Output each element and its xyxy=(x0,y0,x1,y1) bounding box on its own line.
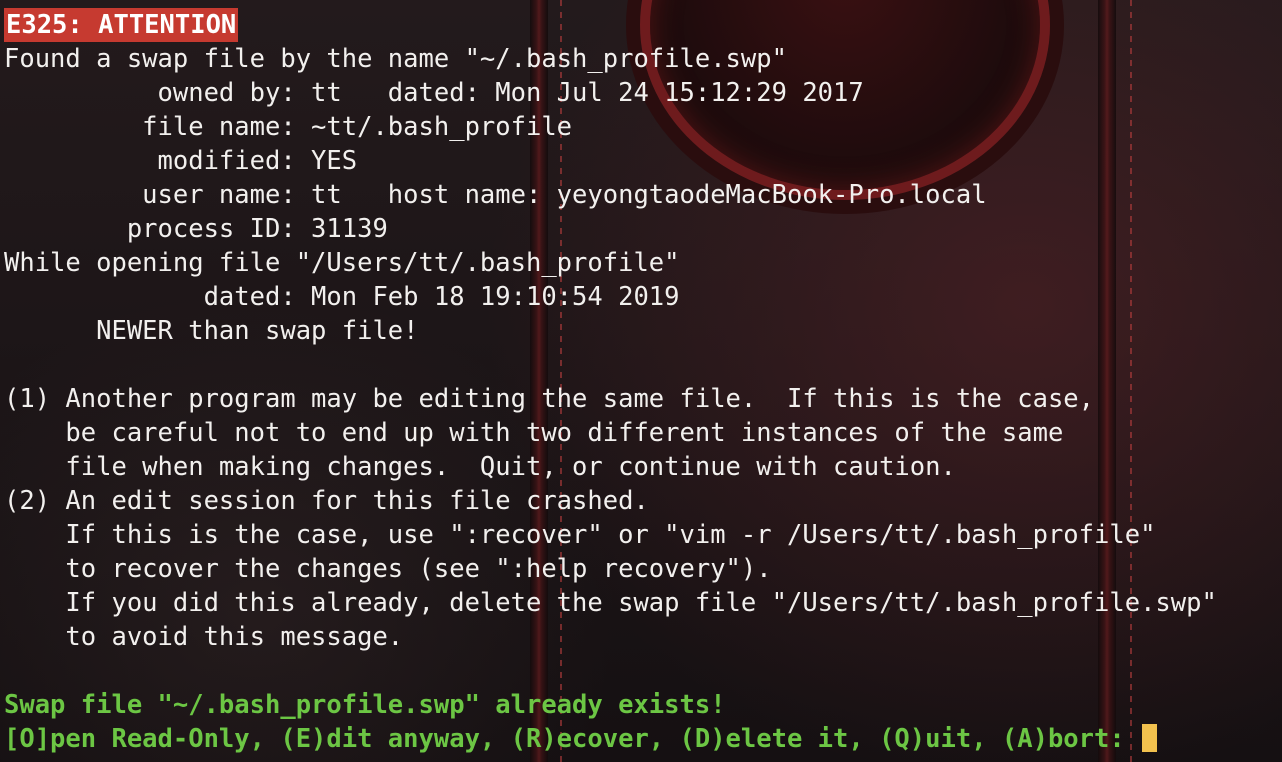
choice-prompt-text: [O]pen Read-Only, (E)dit anyway, (R)ecov… xyxy=(4,724,1141,754)
opening-file-line: While opening file "/Users/tt/.bash_prof… xyxy=(4,248,680,278)
swap-exists-warning: Swap file "~/.bash_profile.swp" already … xyxy=(4,690,726,720)
explanation-line: (2) An edit session for this file crashe… xyxy=(4,486,649,516)
explanation-line: (1) Another program may be editing the s… xyxy=(4,384,1095,414)
explanation-line: to recover the changes (see ":help recov… xyxy=(4,554,772,584)
error-code-label: E325: ATTENTION xyxy=(4,8,239,42)
modified-line: modified: YES xyxy=(4,146,358,176)
explanation-line: file when making changes. Quit, or conti… xyxy=(4,452,956,482)
process-id-line: process ID: 31139 xyxy=(4,214,388,244)
file-dated-line: dated: Mon Feb 18 19:10:54 2019 xyxy=(4,282,680,312)
file-name-line: file name: ~tt/.bash_profile xyxy=(4,112,573,142)
swap-file-line: Found a swap file by the name "~/.bash_p… xyxy=(4,44,787,74)
explanation-line: to avoid this message. xyxy=(4,622,404,652)
newer-than-swap-line: NEWER than swap file! xyxy=(4,316,419,346)
explanation-line: If this is the case, use ":recover" or "… xyxy=(4,520,1156,550)
choice-prompt[interactable]: [O]pen Read-Only, (E)dit anyway, (R)ecov… xyxy=(4,722,1282,756)
user-name-line: user name: tt host name: yeyongtaodeMacB… xyxy=(4,180,987,210)
owned-by-line: owned by: tt dated: Mon Jul 24 15:12:29 … xyxy=(4,78,864,108)
explanation-line: If you did this already, delete the swap… xyxy=(4,588,1217,618)
terminal-window[interactable]: E325: ATTENTION Found a swap file by the… xyxy=(0,0,1282,762)
text-cursor[interactable] xyxy=(1142,724,1158,752)
explanation-line: be careful not to end up with two differ… xyxy=(4,418,1064,448)
